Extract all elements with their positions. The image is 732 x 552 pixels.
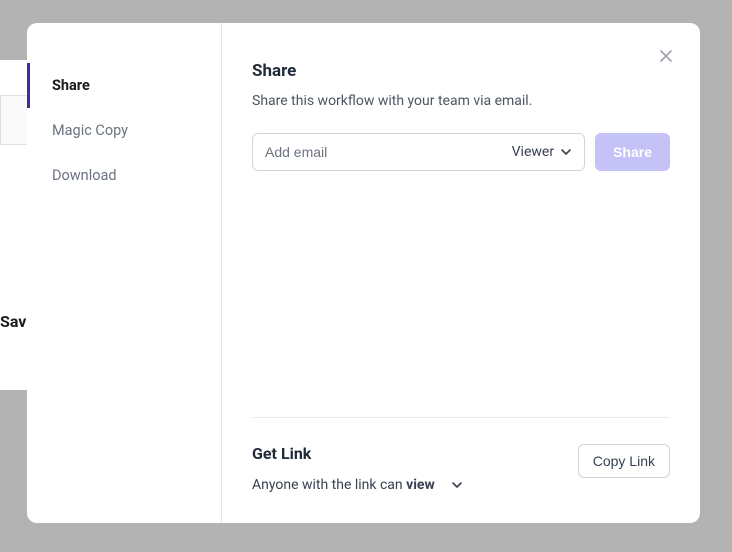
get-link-title: Get Link — [252, 444, 463, 463]
share-input-row: Viewer Share — [252, 133, 670, 171]
modal-sidebar: Share Magic Copy Download — [27, 23, 222, 523]
background-save-label: Sav — [0, 312, 26, 331]
link-visibility-text: Anyone with the link can view — [252, 477, 435, 493]
get-link-left: Get Link Anyone with the link can view — [252, 444, 463, 493]
share-modal: Share Magic Copy Download Share Share th… — [27, 23, 700, 523]
share-title: Share — [252, 61, 670, 81]
role-select[interactable]: Viewer — [512, 144, 572, 160]
sidebar-item-label: Download — [52, 167, 117, 184]
sidebar-item-label: Magic Copy — [52, 122, 128, 139]
chevron-down-icon — [560, 146, 572, 158]
link-visibility-select[interactable]: Anyone with the link can view — [252, 477, 463, 493]
share-button[interactable]: Share — [595, 133, 670, 171]
role-label: Viewer — [512, 144, 554, 160]
sidebar-item-label: Share — [52, 77, 90, 94]
close-icon[interactable] — [660, 49, 672, 65]
copy-link-button[interactable]: Copy Link — [578, 444, 670, 478]
get-link-section: Get Link Anyone with the link can view C… — [252, 418, 670, 493]
chevron-down-icon — [451, 479, 463, 491]
sidebar-item-share[interactable]: Share — [27, 63, 221, 108]
sidebar-item-download[interactable]: Download — [27, 153, 221, 198]
share-subtitle: Share this workflow with your team via e… — [252, 93, 670, 109]
link-visibility-mode: view — [406, 477, 435, 493]
link-visibility-prefix: Anyone with the link can — [252, 477, 406, 493]
modal-main: Share Share this workflow with your team… — [222, 23, 700, 523]
background-thumbnail — [0, 95, 30, 145]
email-input[interactable] — [265, 144, 512, 160]
sidebar-item-magic-copy[interactable]: Magic Copy — [27, 108, 221, 153]
email-input-wrap: Viewer — [252, 133, 585, 171]
